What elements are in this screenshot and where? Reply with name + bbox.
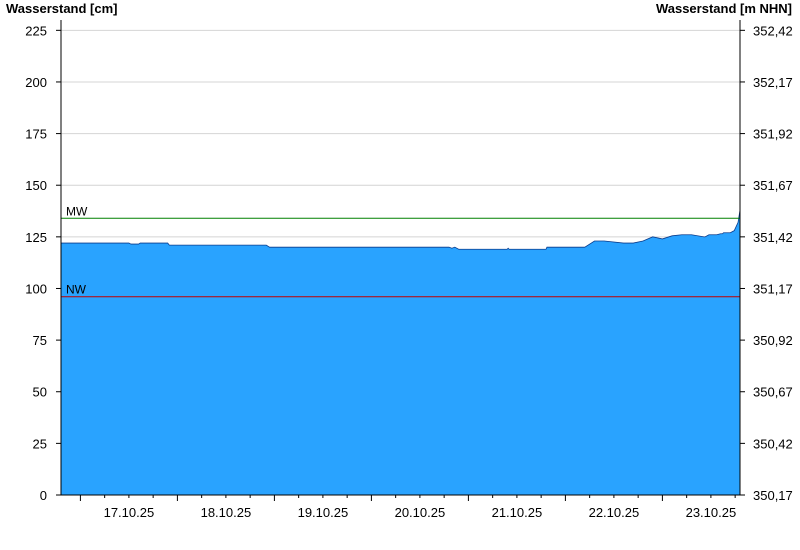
y-tick-label-right: 351,42 [753, 230, 793, 245]
y-tick-label-left: 125 [25, 230, 47, 245]
y-tick-label-left: 100 [25, 281, 47, 296]
reference-label-mw: MW [66, 204, 88, 218]
y-tick-label-right: 351,92 [753, 127, 793, 142]
x-tick-label: 23.10.25 [686, 505, 737, 520]
y-tick-label-left: 200 [25, 75, 47, 90]
x-tick-label: 20.10.25 [395, 505, 446, 520]
y-tick-label-right: 350,17 [753, 488, 793, 503]
y-tick-label-right: 352,17 [753, 75, 793, 90]
y-tick-label-right: 350,67 [753, 385, 793, 400]
water-level-area [60, 141, 741, 496]
y-tick-label-left: 225 [25, 23, 47, 38]
y-tick-label-left: 150 [25, 178, 47, 193]
y-tick-label-right: 350,42 [753, 436, 793, 451]
x-tick-label: 17.10.25 [104, 505, 155, 520]
y-tick-label-left: 75 [33, 333, 47, 348]
x-tick-label: 19.10.25 [298, 505, 349, 520]
y-tick-label-left: 0 [40, 488, 47, 503]
y-tick-label-right: 352,42 [753, 23, 793, 38]
water-level-chart: MW NW 0 350,17 25 350,42 50 350,67 75 350,92 100 3… [25, 20, 793, 520]
y-tick-label-right: 350,92 [753, 333, 793, 348]
x-tick-label: 21.10.25 [492, 505, 543, 520]
x-tick-label: 18.10.25 [201, 505, 252, 520]
reference-label-nw: NW [66, 283, 87, 297]
x-tick-label: 22.10.25 [589, 505, 640, 520]
y-tick-label-left: 25 [33, 436, 47, 451]
y-tick-label-right: 351,67 [753, 178, 793, 193]
y-tick-label-left: 50 [33, 385, 47, 400]
y-tick-label-left: 175 [25, 127, 47, 142]
y-tick-label-right: 351,17 [753, 281, 793, 296]
